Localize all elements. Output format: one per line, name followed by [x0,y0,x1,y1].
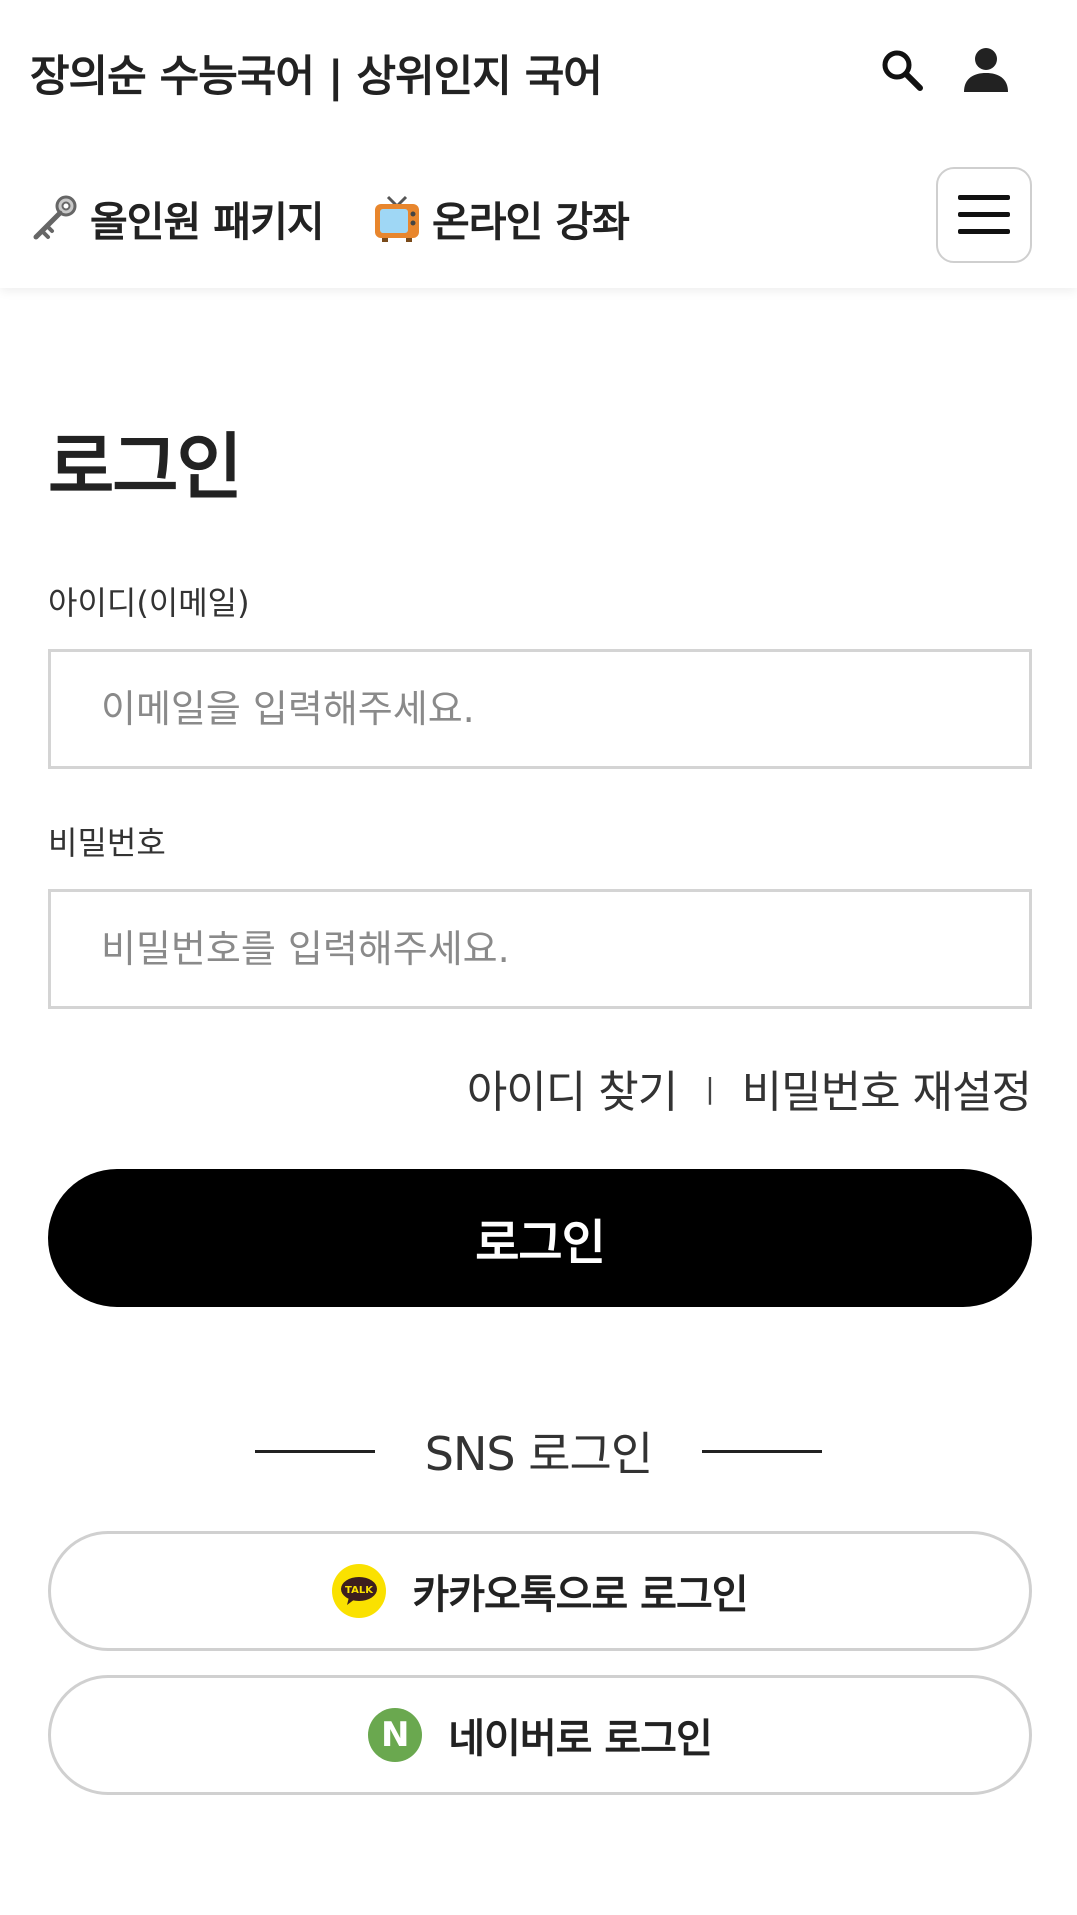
site-header: 장의순 수능국어 | 상위인지 국어 올인원 패키지 온라인 강좌 [0,0,1077,288]
search-button[interactable] [874,42,930,98]
nav-label: 온라인 강좌 [432,198,630,246]
link-separator: | [705,1071,714,1105]
user-account-button[interactable] [958,42,1014,98]
find-id-link[interactable]: 아이디 찾기 [467,1056,678,1120]
divider-line [702,1449,823,1453]
email-label: 아이디(이메일) [48,584,250,622]
hamburger-menu-icon [958,195,1010,234]
key-icon [30,193,80,243]
kakao-login-label: 카카오톡으로 로그인 [412,1572,748,1618]
account-recovery-links: 아이디 찾기 | 비밀번호 재설정 [467,1056,1032,1120]
user-icon [964,48,1008,92]
login-button[interactable]: 로그인 [48,1169,1032,1307]
nav-allinone-package[interactable]: 올인원 패키지 [30,188,325,248]
password-field[interactable] [48,889,1032,1009]
naver-login-label: 네이버로 로그인 [448,1716,713,1762]
reset-password-link[interactable]: 비밀번호 재설정 [742,1056,1032,1120]
search-icon [882,50,923,91]
kakao-login-button[interactable]: TALK 카카오톡으로 로그인 [48,1531,1032,1651]
divider-line [254,1449,375,1453]
page-title: 로그인 [48,425,243,509]
password-label: 비밀번호 [48,824,166,862]
nav-label: 올인원 패키지 [90,198,325,246]
kakao-talk-icon: TALK [332,1564,387,1618]
naver-icon: N [368,1708,423,1762]
email-field[interactable] [48,649,1032,769]
kakao-icon-text: TALK [345,1585,374,1596]
tv-icon [372,193,422,243]
sns-divider: SNS 로그인 [0,1418,1077,1484]
site-title[interactable]: 장의순 수능국어 | 상위인지 국어 [30,42,603,104]
menu-button[interactable] [936,167,1032,263]
naver-login-button[interactable]: N 네이버로 로그인 [48,1675,1032,1795]
nav-online-lecture[interactable]: 온라인 강좌 [372,188,630,248]
sns-login-heading: SNS 로그인 [424,1427,653,1481]
